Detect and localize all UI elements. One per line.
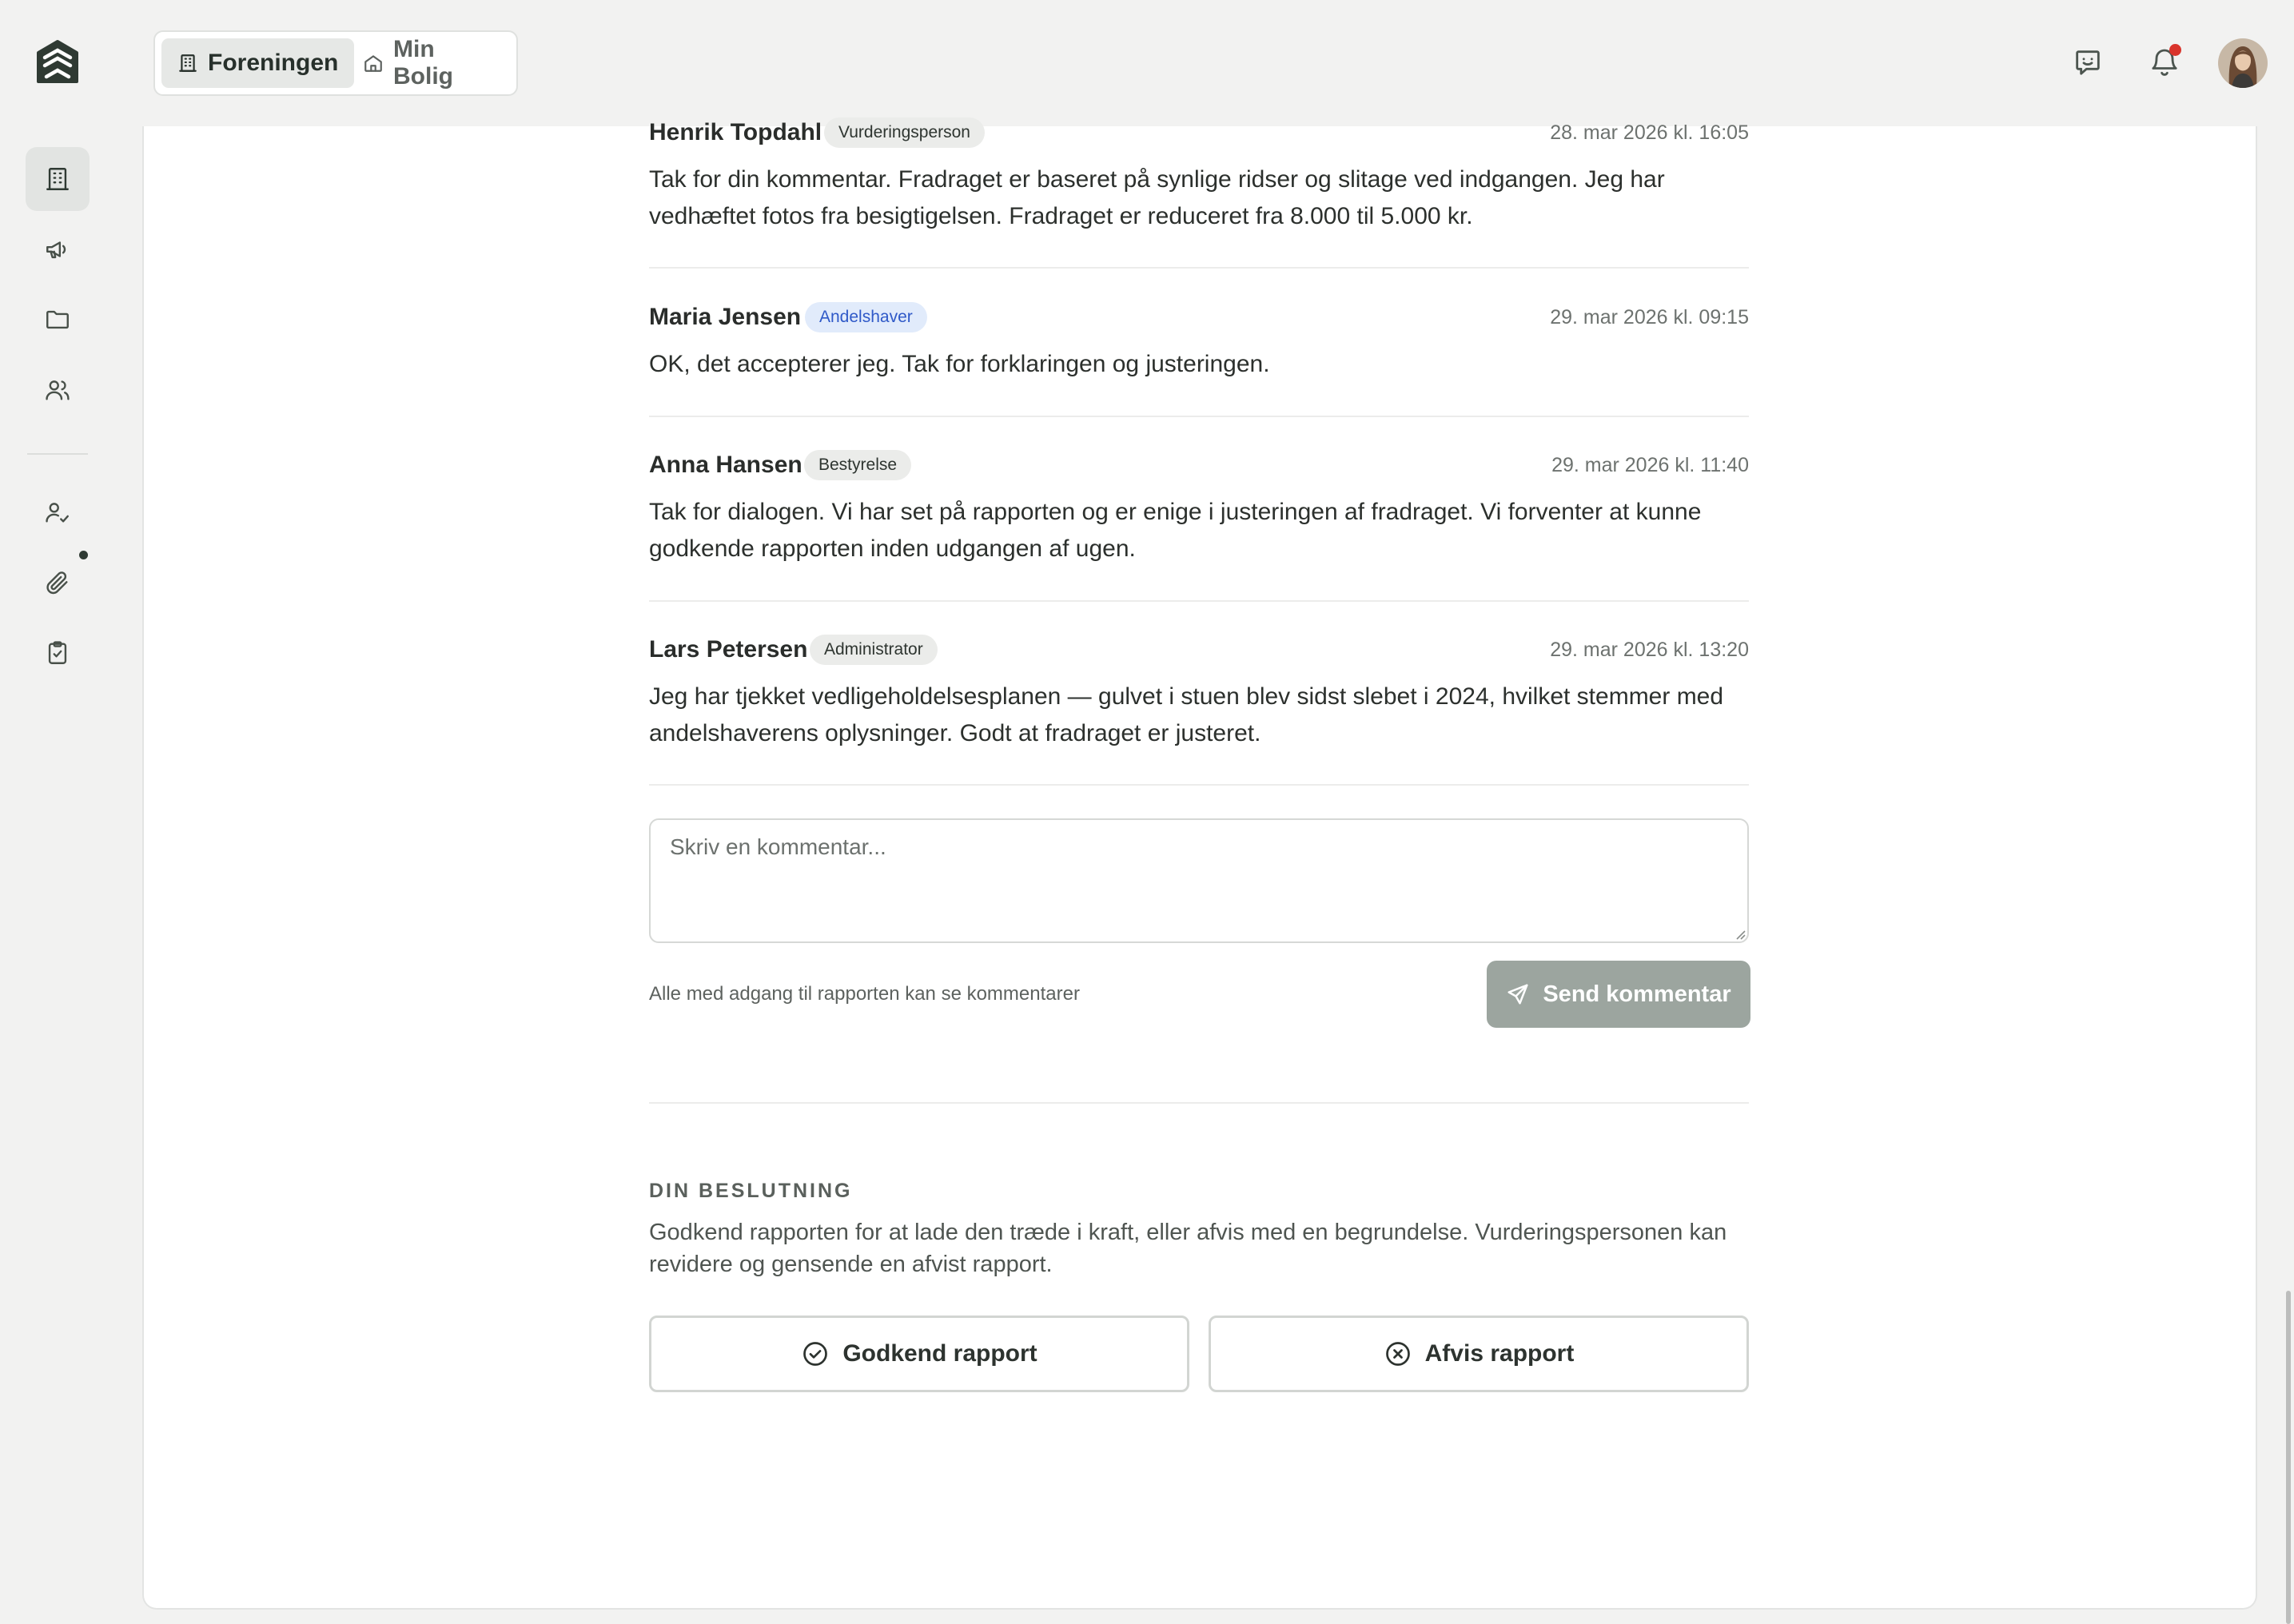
decision-heading: DIN BESLUTNING: [649, 1180, 853, 1202]
comment-time: 28. mar 2026 kl. 16:05: [1550, 121, 1749, 144]
decision-description: Godkend rapporten for at lade den træde …: [649, 1220, 1727, 1277]
folder-icon: [44, 306, 71, 333]
comment-author: Maria Jensen: [649, 304, 802, 330]
send-comment-label: Send kommentar: [1543, 981, 1731, 1007]
rail-item-attachments[interactable]: [26, 551, 90, 615]
attachments-indicator-dot: [79, 551, 88, 559]
home-icon: [363, 53, 384, 74]
reject-report-button[interactable]: Afvis rapport: [1209, 1316, 1749, 1392]
comment-divider: [649, 784, 1749, 786]
comment-author: Lars Petersen: [649, 636, 808, 663]
rail-divider: [27, 453, 88, 455]
comment-time: 29. mar 2026 kl. 09:15: [1550, 306, 1749, 328]
rail-item-documents[interactable]: [26, 288, 90, 352]
tab-foreningen[interactable]: Foreningen: [161, 38, 355, 88]
send-icon: [1506, 982, 1530, 1006]
textarea-resize-handle[interactable]: [1733, 927, 1746, 940]
comment-divider: [649, 267, 1749, 269]
role-badge: Vurderingsperson: [824, 117, 985, 148]
user-check-icon: [44, 499, 71, 526]
comment-divider: [649, 600, 1749, 602]
building-icon: [44, 165, 71, 193]
role-badge: Administrator: [810, 635, 938, 665]
users-icon: [44, 376, 71, 404]
comment-body: Tak for din kommentar. Fradraget er base…: [649, 166, 1665, 229]
comment-body: OK, det accepterer jeg. Tak for forklari…: [649, 351, 1270, 377]
feedback-button[interactable]: [2069, 43, 2107, 82]
context-tabs: Foreningen Min Bolig: [153, 30, 518, 96]
user-avatar[interactable]: [2218, 38, 2268, 88]
comment-time: 29. mar 2026 kl. 11:40: [1551, 454, 1749, 476]
comment-author: Anna Hansen: [649, 452, 803, 478]
comment-visibility-hint: Alle med adgang til rapporten kan se kom…: [649, 983, 1080, 1005]
comment-time: 29. mar 2026 kl. 13:20: [1550, 639, 1749, 661]
notification-dot: [2169, 44, 2181, 56]
rail-item-tasks[interactable]: [26, 621, 90, 685]
rail-item-forening[interactable]: [26, 147, 90, 211]
role-badge: Andelshaver: [805, 302, 927, 332]
paperclip-icon: [44, 569, 71, 596]
tab-label: Min Bolig: [393, 36, 453, 90]
building-icon: [177, 53, 198, 74]
clipboard-check-icon: [44, 639, 71, 667]
scrollbar-thumb[interactable]: [2286, 1291, 2291, 1624]
section-divider: [649, 1102, 1749, 1104]
tab-min-bolig[interactable]: Min Bolig: [347, 36, 516, 90]
x-circle-icon: [1384, 1339, 1412, 1368]
comment-divider: [649, 416, 1749, 417]
send-comment-button[interactable]: Send kommentar: [1487, 961, 1750, 1028]
message-smile-icon: [2072, 46, 2104, 78]
approve-report-button[interactable]: Godkend rapport: [649, 1316, 1189, 1392]
megaphone-icon: [44, 236, 71, 263]
rail-item-members[interactable]: [26, 358, 90, 422]
comment-body: Tak for dialogen. Vi har set på rapporte…: [649, 499, 1702, 562]
comment-author: Henrik Topdahl: [649, 119, 822, 145]
rail-item-announcements[interactable]: [26, 217, 90, 281]
app-logo[interactable]: [35, 38, 80, 88]
comment-body: Jeg har tjekket vedligeholdelsesplanen —…: [649, 683, 1724, 746]
check-circle-icon: [801, 1339, 830, 1368]
approve-report-label: Godkend rapport: [842, 1340, 1037, 1367]
tab-label: Foreningen: [208, 50, 339, 76]
comment-input[interactable]: [649, 818, 1749, 943]
side-rail: [0, 0, 118, 1624]
role-badge: Bestyrelse: [804, 450, 912, 480]
rail-item-approvals[interactable]: [26, 480, 90, 544]
reject-report-label: Afvis rapport: [1424, 1340, 1575, 1367]
